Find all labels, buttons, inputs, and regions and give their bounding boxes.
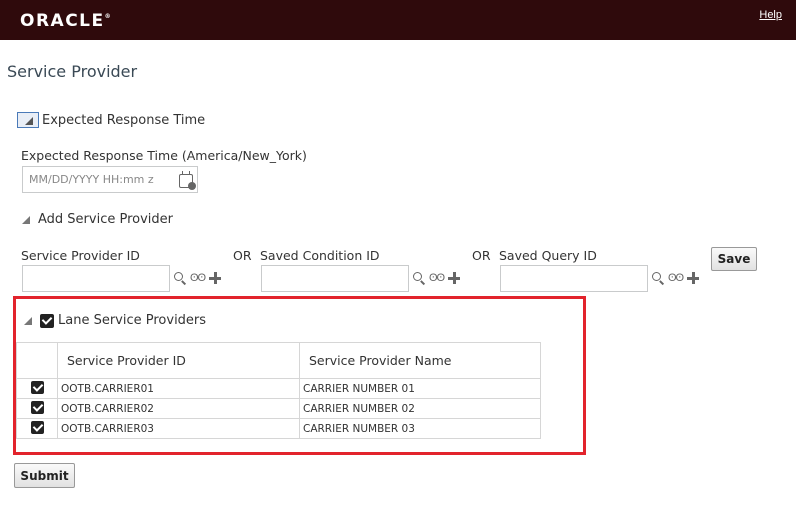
service-provider-id-cell: OOTB.CARRIER03: [57, 418, 300, 439]
lane-select-all-checkbox[interactable]: [40, 313, 54, 328]
section-title: Lane Service Providers: [58, 313, 207, 328]
plus-icon[interactable]: [209, 272, 222, 284]
submit-button[interactable]: Submit: [14, 463, 75, 488]
service-provider-name-cell: CARRIER NUMBER 03: [299, 418, 541, 439]
plus-icon[interactable]: [448, 272, 461, 284]
calendar-clock-icon[interactable]: [179, 171, 196, 190]
row-select-cell: [16, 378, 58, 399]
expected-response-time-input[interactable]: [22, 166, 198, 193]
oracle-logo: ORACLE®: [20, 11, 111, 31]
saved-query-id-input[interactable]: [500, 265, 648, 292]
column-header-service-provider-name[interactable]: Service Provider Name: [299, 342, 541, 379]
logo-text: ORACLE: [20, 11, 105, 31]
saved-condition-id-input[interactable]: [261, 265, 409, 292]
help-link[interactable]: Help: [759, 9, 782, 21]
clock-icon: [188, 182, 196, 190]
search-icon[interactable]: [652, 272, 664, 284]
service-provider-id-input[interactable]: [22, 265, 170, 292]
or-label: OR: [233, 248, 252, 263]
row-select-cell: [16, 418, 58, 439]
saved-condition-id-label: Saved Condition ID: [260, 248, 380, 263]
logo-registered-mark: ®: [104, 13, 111, 20]
collapse-triangle-icon[interactable]: [24, 316, 32, 325]
table-header-row: Service Provider ID Service Provider Nam…: [16, 342, 541, 379]
row-checkbox[interactable]: [30, 420, 44, 434]
collapse-triangle-icon[interactable]: [22, 215, 30, 224]
collapse-toggle-icon[interactable]: [17, 112, 39, 128]
search-icon[interactable]: [413, 272, 425, 284]
select-column-header: [16, 342, 58, 379]
saved-query-id-tools: ʘʘ: [652, 272, 700, 284]
table-row[interactable]: OOTB.CARRIER02 CARRIER NUMBER 02: [16, 398, 541, 419]
row-checkbox[interactable]: [30, 380, 44, 394]
saved-condition-id-tools: ʘʘ: [413, 272, 461, 284]
plus-icon[interactable]: [687, 272, 700, 284]
row-checkbox[interactable]: [30, 400, 44, 414]
glasses-icon[interactable]: ʘʘ: [668, 272, 684, 284]
section-title: Expected Response Time: [42, 112, 206, 128]
lane-service-providers-table: Service Provider ID Service Provider Nam…: [16, 342, 541, 439]
service-provider-name-cell: CARRIER NUMBER 01: [299, 378, 541, 399]
glasses-icon[interactable]: ʘʘ: [190, 272, 206, 284]
service-provider-id-cell: OOTB.CARRIER01: [57, 378, 300, 399]
page-title: Service Provider: [7, 62, 138, 81]
app-header: ORACLE® Help: [0, 0, 796, 40]
or-label: OR: [472, 248, 491, 263]
search-icon[interactable]: [174, 272, 186, 284]
service-provider-id-tools: ʘʘ: [174, 272, 222, 284]
save-button[interactable]: Save: [711, 247, 757, 271]
saved-query-id-label: Saved Query ID: [499, 248, 597, 263]
service-provider-name-cell: CARRIER NUMBER 02: [299, 398, 541, 419]
table-row[interactable]: OOTB.CARRIER01 CARRIER NUMBER 01: [16, 378, 541, 399]
column-header-service-provider-id[interactable]: Service Provider ID: [57, 342, 300, 379]
service-provider-id-label: Service Provider ID: [21, 248, 140, 263]
service-provider-id-cell: OOTB.CARRIER02: [57, 398, 300, 419]
glasses-icon[interactable]: ʘʘ: [429, 272, 445, 284]
section-lane-service-providers: Lane Service Providers: [24, 313, 206, 328]
table-row[interactable]: OOTB.CARRIER03 CARRIER NUMBER 03: [16, 418, 541, 439]
section-add-service-provider: Add Service Provider: [22, 212, 173, 227]
section-expected-response-time: Expected Response Time: [17, 112, 205, 128]
expected-response-time-label: Expected Response Time (America/New_York…: [21, 148, 307, 163]
section-title: Add Service Provider: [38, 212, 174, 227]
row-select-cell: [16, 398, 58, 419]
